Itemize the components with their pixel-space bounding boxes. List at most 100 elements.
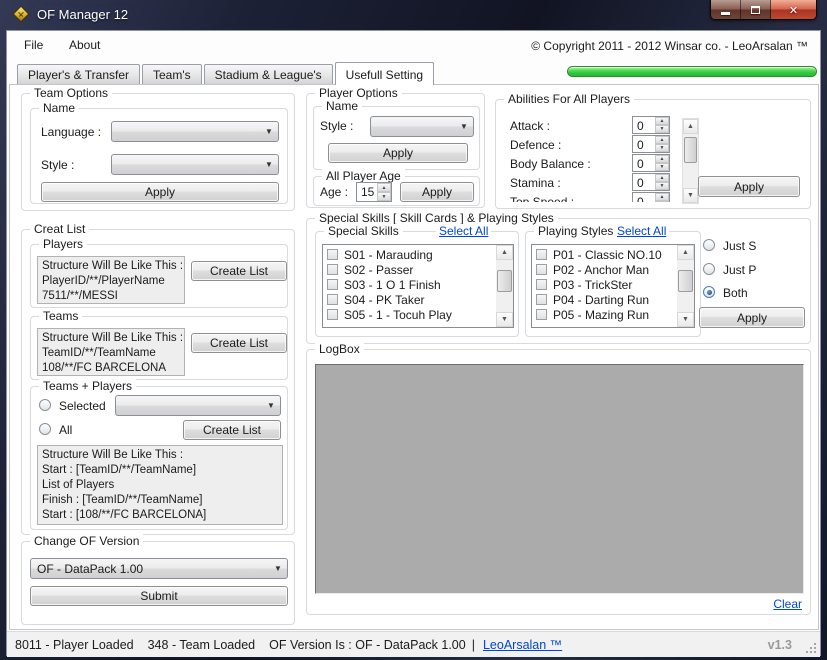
checkbox-icon[interactable] [327, 264, 338, 275]
log-output[interactable] [315, 364, 804, 594]
menu-about[interactable]: About [62, 36, 107, 54]
team-name-apply-button[interactable]: Apply [41, 182, 279, 202]
scrollbar-track[interactable] [677, 260, 694, 312]
abilities-scrollbar[interactable]: ▲ ▼ [682, 118, 699, 204]
spin-down-icon[interactable]: ▼ [655, 125, 669, 133]
scrollbar-thumb[interactable] [678, 270, 693, 292]
list-item[interactable]: S03 - 1 O 1 Finish [327, 277, 496, 292]
list-item[interactable]: S04 - PK Taker [327, 292, 496, 307]
team-style-combobox[interactable]: ▼ [111, 154, 279, 175]
checkbox-icon[interactable] [536, 294, 547, 305]
ability-stepper[interactable]: 0▲▼ [632, 116, 670, 134]
spin-down-icon[interactable]: ▼ [377, 192, 391, 201]
status-author-link[interactable]: LeoArsalan ™ [483, 638, 562, 652]
checkbox-icon[interactable] [327, 249, 338, 260]
teams-players-create-list-button[interactable]: Create List [183, 420, 281, 440]
group-players: Players Structure Will Be Like This : Pl… [30, 244, 288, 308]
ability-stepper[interactable]: 0▲▼ [632, 192, 670, 202]
scroll-down-icon[interactable]: ▼ [677, 312, 694, 327]
spin-up-icon[interactable]: ▲ [655, 117, 669, 125]
list-item[interactable]: P03 - TrickSter [536, 277, 677, 292]
player-style-combobox[interactable]: ▼ [370, 116, 474, 137]
age-apply-button[interactable]: Apply [400, 182, 474, 202]
group-player-name: Name Style : ▼ Apply [313, 106, 480, 170]
selected-radio[interactable] [39, 399, 51, 411]
checkbox-icon[interactable] [327, 309, 338, 320]
checkbox-icon[interactable] [327, 294, 338, 305]
log-clear-link[interactable]: Clear [773, 597, 802, 611]
list-item[interactable]: S05 - 1 - Tocuh Play [327, 307, 496, 322]
skills-apply-button[interactable]: Apply [699, 307, 805, 328]
players-create-list-button[interactable]: Create List [191, 261, 287, 281]
spin-up-icon[interactable]: ▲ [377, 183, 391, 192]
all-radio[interactable] [39, 423, 51, 435]
scrollbar-thumb[interactable] [497, 270, 512, 292]
spin-up-icon[interactable]: ▲ [655, 155, 669, 163]
playing-styles-listbox[interactable]: P01 - Classic NO.10 P02 - Anchor Man P03… [531, 244, 695, 328]
tabpage-usefull-setting: Team Options Name Language : ▼ Style : ▼… [9, 84, 819, 630]
tab-teams[interactable]: Team's [142, 64, 202, 84]
checkbox-icon[interactable] [536, 249, 547, 260]
close-button[interactable]: ✕ [771, 0, 816, 20]
playing-styles-scrollbar[interactable]: ▲ ▼ [677, 245, 694, 327]
abilities-apply-button[interactable]: Apply [698, 176, 800, 197]
spin-down-icon[interactable]: ▼ [655, 144, 669, 152]
of-version-combobox[interactable]: OF - DataPack 1.00 ▼ [30, 558, 288, 579]
menu-file[interactable]: File [17, 36, 50, 54]
just-p-radio[interactable] [703, 263, 715, 275]
menubar: File About © Copyright 2011 - 2012 Winsa… [7, 31, 820, 59]
spin-up-icon[interactable]: ▲ [655, 174, 669, 182]
list-item[interactable]: P05 - Mazing Run [536, 307, 677, 322]
maximize-icon [751, 6, 760, 14]
ability-stepper[interactable]: 0▲▼ [632, 154, 670, 172]
special-skills-select-all-link[interactable]: Select All [436, 224, 491, 238]
list-item[interactable]: P04 - Darting Run [536, 292, 677, 307]
scroll-down-icon[interactable]: ▼ [683, 188, 698, 203]
scrollbar-track[interactable] [683, 134, 698, 188]
spin-up-icon[interactable]: ▲ [655, 136, 669, 144]
scroll-up-icon[interactable]: ▲ [683, 119, 698, 134]
spin-down-icon[interactable]: ▼ [655, 163, 669, 171]
special-skills-scrollbar[interactable]: ▲ ▼ [496, 245, 513, 327]
spin-down-icon[interactable]: ▼ [655, 182, 669, 190]
ability-stepper[interactable]: 0▲▼ [632, 135, 670, 153]
selected-team-combobox[interactable]: ▼ [115, 395, 281, 416]
playing-styles-select-all-link[interactable]: Select All [614, 224, 669, 238]
scrollbar-thumb[interactable] [684, 137, 697, 163]
both-radio[interactable] [703, 286, 715, 298]
tab-usefull-setting[interactable]: Usefull Setting [335, 62, 434, 85]
ability-stepper[interactable]: 0▲▼ [632, 173, 670, 191]
special-skills-listbox[interactable]: S01 - Marauding S02 - Passer S03 - 1 O 1… [322, 244, 514, 328]
list-item[interactable]: S01 - Marauding [327, 247, 496, 262]
language-combobox[interactable]: ▼ [111, 121, 279, 142]
scroll-up-icon[interactable]: ▲ [677, 245, 694, 260]
tab-stadium-leagues[interactable]: Stadium & League's [204, 64, 333, 84]
age-stepper[interactable]: 15 ▲▼ [356, 182, 392, 202]
just-s-radio[interactable] [703, 239, 715, 251]
scroll-down-icon[interactable]: ▼ [496, 312, 513, 327]
player-name-apply-button[interactable]: Apply [328, 143, 468, 163]
group-title: Change OF Version [30, 534, 143, 548]
age-value: 15 [357, 183, 377, 201]
spin-up-icon[interactable]: ▲ [655, 193, 669, 201]
list-item[interactable]: S02 - Passer [327, 262, 496, 277]
list-item[interactable]: P01 - Classic NO.10 [536, 247, 677, 262]
scroll-up-icon[interactable]: ▲ [496, 245, 513, 260]
resize-grip[interactable] [805, 642, 817, 654]
selected-radio-label: Selected [59, 399, 106, 413]
checkbox-icon[interactable] [536, 309, 547, 320]
minimize-button[interactable] [711, 0, 741, 20]
spin-down-icon[interactable]: ▼ [655, 201, 669, 202]
statusbar: 8011 - Player Loaded 348 - Team Loaded O… [7, 631, 820, 657]
checkbox-icon[interactable] [536, 279, 547, 290]
submit-button[interactable]: Submit [30, 586, 288, 606]
maximize-button[interactable] [741, 0, 771, 20]
playing-styles-items: P01 - Classic NO.10 P02 - Anchor Man P03… [532, 245, 677, 327]
tab-players-transfer[interactable]: Player's & Transfer [17, 64, 140, 84]
checkbox-icon[interactable] [327, 279, 338, 290]
checkbox-icon[interactable] [536, 264, 547, 275]
list-item[interactable]: P02 - Anchor Man [536, 262, 677, 277]
ability-label: Attack : [510, 119, 550, 133]
scrollbar-track[interactable] [496, 260, 513, 312]
teams-create-list-button[interactable]: Create List [191, 333, 287, 353]
